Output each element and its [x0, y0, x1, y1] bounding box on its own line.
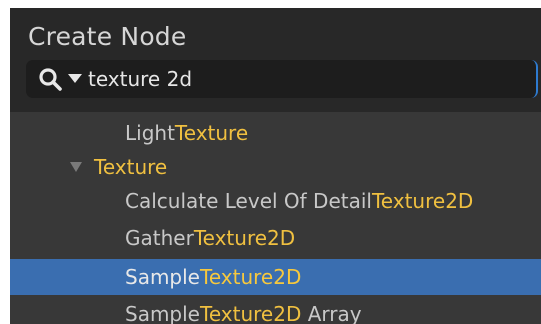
- label-match: Texture2D: [200, 265, 302, 289]
- list-item-label: SampleTexture2D Array: [125, 297, 362, 324]
- list-item-light-texture[interactable]: LightTexture: [10, 116, 541, 150]
- label-match: Texture2D: [200, 302, 302, 324]
- label-match: Texture: [94, 155, 168, 179]
- node-results-list[interactable]: LightTexture Texture Calculate Level Of …: [10, 112, 541, 324]
- search-field[interactable]: [26, 60, 538, 98]
- label-plain: Calculate Level Of Detail: [125, 189, 372, 213]
- category-label: Texture: [94, 150, 167, 184]
- window-title: Create Node: [28, 22, 187, 51]
- search-icon[interactable]: [38, 67, 64, 93]
- window-header: Create Node: [10, 8, 541, 112]
- label-match: Texture2D: [371, 189, 474, 213]
- label-plain: Light: [125, 121, 175, 145]
- list-item-sample-texture2d[interactable]: SampleTexture2D: [10, 259, 541, 295]
- label-match: Texture2D: [193, 226, 296, 250]
- list-item-sample-texture2d-array[interactable]: SampleTexture2D Array: [10, 297, 541, 324]
- chevron-down-icon[interactable]: [68, 74, 82, 83]
- label-plain: Sample: [125, 302, 200, 324]
- list-item-calculate-lod-texture2d[interactable]: Calculate Level Of DetailTexture2D: [10, 184, 541, 218]
- list-item-gather-texture2d[interactable]: GatherTexture2D: [10, 221, 541, 255]
- list-item-label: SampleTexture2D: [125, 259, 301, 295]
- list-item-label: LightTexture: [125, 116, 248, 150]
- label-plain: Gather: [125, 226, 194, 250]
- label-plain: Sample: [125, 265, 200, 289]
- category-texture[interactable]: Texture: [10, 150, 541, 184]
- expanded-arrow-icon[interactable]: [70, 162, 82, 172]
- label-suffix: Array: [301, 302, 362, 324]
- list-item-label: Calculate Level Of DetailTexture2D: [125, 184, 473, 218]
- label-match: Texture: [174, 121, 249, 145]
- create-node-window: Create Node LightTexture Texture Calc: [10, 8, 541, 324]
- list-item-label: GatherTexture2D: [125, 221, 295, 255]
- search-input[interactable]: [88, 63, 468, 95]
